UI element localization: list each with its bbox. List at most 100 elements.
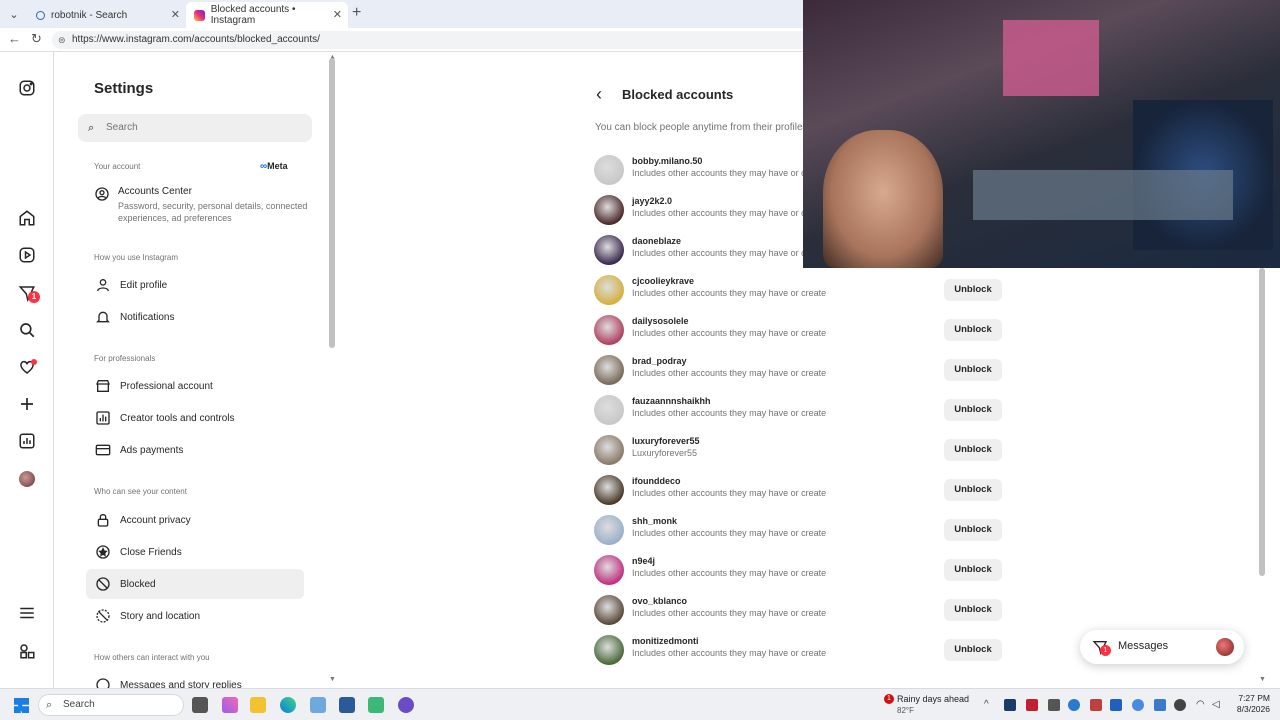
dashboard-icon[interactable] <box>17 431 37 451</box>
settings-item-creator-tools[interactable]: Creator tools and controls <box>86 403 304 433</box>
account-avatar[interactable] <box>594 355 624 385</box>
tray-app-icon[interactable] <box>1090 699 1102 711</box>
settings-item-edit-profile[interactable]: Edit profile <box>86 270 304 300</box>
settings-item-messages-replies[interactable]: Messages and story replies <box>86 670 304 688</box>
back-arrow-icon[interactable]: ← <box>8 31 21 46</box>
account-avatar[interactable] <box>594 235 624 265</box>
settings-item-story-location[interactable]: Story and location <box>86 601 304 631</box>
account-avatar[interactable] <box>594 195 624 225</box>
account-username[interactable]: shh_monk <box>632 516 677 526</box>
threads-apps-icon[interactable] <box>17 641 37 661</box>
settings-item-ads-payments[interactable]: Ads payments <box>86 435 304 465</box>
discord-icon[interactable] <box>398 697 414 713</box>
account-username[interactable]: cjcoolieykrave <box>632 276 694 286</box>
account-username[interactable]: dailysosolele <box>632 316 689 326</box>
site-info-icon[interactable]: ⊜ <box>58 31 66 49</box>
tray-chevron-icon[interactable]: ^ <box>984 699 996 711</box>
unblock-button[interactable]: Unblock <box>944 399 1002 421</box>
account-avatar[interactable] <box>594 395 624 425</box>
tray-app-icon[interactable] <box>1026 699 1038 711</box>
account-avatar[interactable] <box>594 475 624 505</box>
account-avatar[interactable] <box>594 555 624 585</box>
item-label: Edit profile <box>120 279 168 291</box>
task-view-icon[interactable] <box>192 697 208 713</box>
tab-actions-icon[interactable]: ⌄ <box>4 4 24 24</box>
account-username[interactable]: n9e4j <box>632 556 655 566</box>
unblock-button[interactable]: Unblock <box>944 599 1002 621</box>
url-field[interactable]: ⊜ https://www.instagram.com/accounts/blo… <box>52 31 812 49</box>
profile-avatar[interactable] <box>19 471 35 487</box>
microphone-icon[interactable] <box>1174 699 1186 711</box>
tab-blocked-accounts[interactable]: Blocked accounts • Instagram ✕ <box>186 2 348 28</box>
account-username[interactable]: monitizedmonti <box>632 636 699 646</box>
copilot-icon[interactable] <box>222 697 238 713</box>
settings-search-input[interactable]: ⌕ Search <box>78 114 312 142</box>
wifi-icon[interactable]: ◠ <box>1196 699 1208 711</box>
account-avatar[interactable] <box>594 515 624 545</box>
unblock-button[interactable]: Unblock <box>944 359 1002 381</box>
more-menu-icon[interactable] <box>17 603 37 623</box>
app-green-icon[interactable] <box>368 697 384 713</box>
account-username[interactable]: bobby.milano.50 <box>632 156 702 166</box>
section-your-account: Your account <box>94 162 141 171</box>
bluetooth-icon[interactable] <box>1110 699 1122 711</box>
account-username[interactable]: jayy2k2.0 <box>632 196 672 206</box>
tab-search[interactable]: robotnik - Search ✕ <box>28 2 186 28</box>
account-avatar[interactable] <box>594 315 624 345</box>
refresh-icon[interactable]: ↻ <box>31 31 42 47</box>
settings-item-blocked[interactable]: Blocked <box>86 569 304 599</box>
unblock-button[interactable]: Unblock <box>944 519 1002 541</box>
settings-item-close-friends[interactable]: Close Friends <box>86 537 304 567</box>
settings-item-professional-account[interactable]: Professional account <box>86 371 304 401</box>
main-scroll-thumb[interactable] <box>1259 268 1265 576</box>
reels-icon[interactable] <box>17 245 37 265</box>
main-scroll-down-icon[interactable]: ▼ <box>1259 676 1266 683</box>
search-icon[interactable] <box>17 320 37 340</box>
unblock-button[interactable]: Unblock <box>944 559 1002 581</box>
account-avatar[interactable] <box>594 155 624 185</box>
tray-app-icon[interactable] <box>1154 699 1166 711</box>
close-tab-icon[interactable]: ✕ <box>333 8 342 21</box>
taskbar-clock[interactable]: 7:27 PM 8/3/2026 <box>1230 693 1270 715</box>
search-icon: ⌕ <box>46 699 53 711</box>
settings-scroll-thumb[interactable] <box>329 58 335 348</box>
messages-floating-button[interactable]: 1 Messages <box>1080 630 1244 664</box>
blocked-account-row: cjcoolieykrave Includes other accounts th… <box>594 273 1014 307</box>
scroll-down-icon[interactable]: ▼ <box>329 676 336 683</box>
close-tab-icon[interactable]: ✕ <box>171 8 180 21</box>
account-username[interactable]: ifounddeco <box>632 476 681 486</box>
account-username[interactable]: luxuryforever55 <box>632 436 700 446</box>
store-icon[interactable] <box>339 697 355 713</box>
account-avatar[interactable] <box>594 635 624 665</box>
create-plus-icon[interactable] <box>17 394 37 414</box>
account-username[interactable]: brad_podray <box>632 356 687 366</box>
unblock-button[interactable]: Unblock <box>944 639 1002 661</box>
account-avatar[interactable] <box>594 595 624 625</box>
back-chevron-icon[interactable]: ‹ <box>596 84 602 105</box>
tray-app-icon[interactable] <box>1068 699 1080 711</box>
taskbar-search[interactable]: ⌕ Search <box>38 694 184 716</box>
account-avatar[interactable] <box>594 435 624 465</box>
settings-item-account-privacy[interactable]: Account privacy <box>86 505 304 535</box>
unblock-button[interactable]: Unblock <box>944 479 1002 501</box>
account-username[interactable]: daoneblaze <box>632 236 681 246</box>
settings-item-notifications[interactable]: Notifications <box>86 302 304 332</box>
unblock-button[interactable]: Unblock <box>944 279 1002 301</box>
app-icon[interactable] <box>310 697 326 713</box>
home-icon[interactable] <box>17 208 37 228</box>
item-label: Story and location <box>120 610 201 622</box>
volume-icon[interactable]: ◁ <box>1212 699 1224 711</box>
account-username[interactable]: fauzaannnshaikhh <box>632 396 711 406</box>
edge-browser-icon[interactable] <box>280 697 296 713</box>
unblock-button[interactable]: Unblock <box>944 319 1002 341</box>
tray-app-icon[interactable] <box>1048 699 1060 711</box>
new-tab-icon[interactable]: + <box>352 4 361 22</box>
file-explorer-icon[interactable] <box>250 697 266 713</box>
windows-start-icon[interactable] <box>14 698 29 713</box>
tray-app-icon[interactable] <box>1132 699 1144 711</box>
instagram-logo-icon[interactable] <box>17 78 37 98</box>
account-username[interactable]: ovo_kblanco <box>632 596 687 606</box>
tray-app-icon[interactable] <box>1004 699 1016 711</box>
unblock-button[interactable]: Unblock <box>944 439 1002 461</box>
account-avatar[interactable] <box>594 275 624 305</box>
